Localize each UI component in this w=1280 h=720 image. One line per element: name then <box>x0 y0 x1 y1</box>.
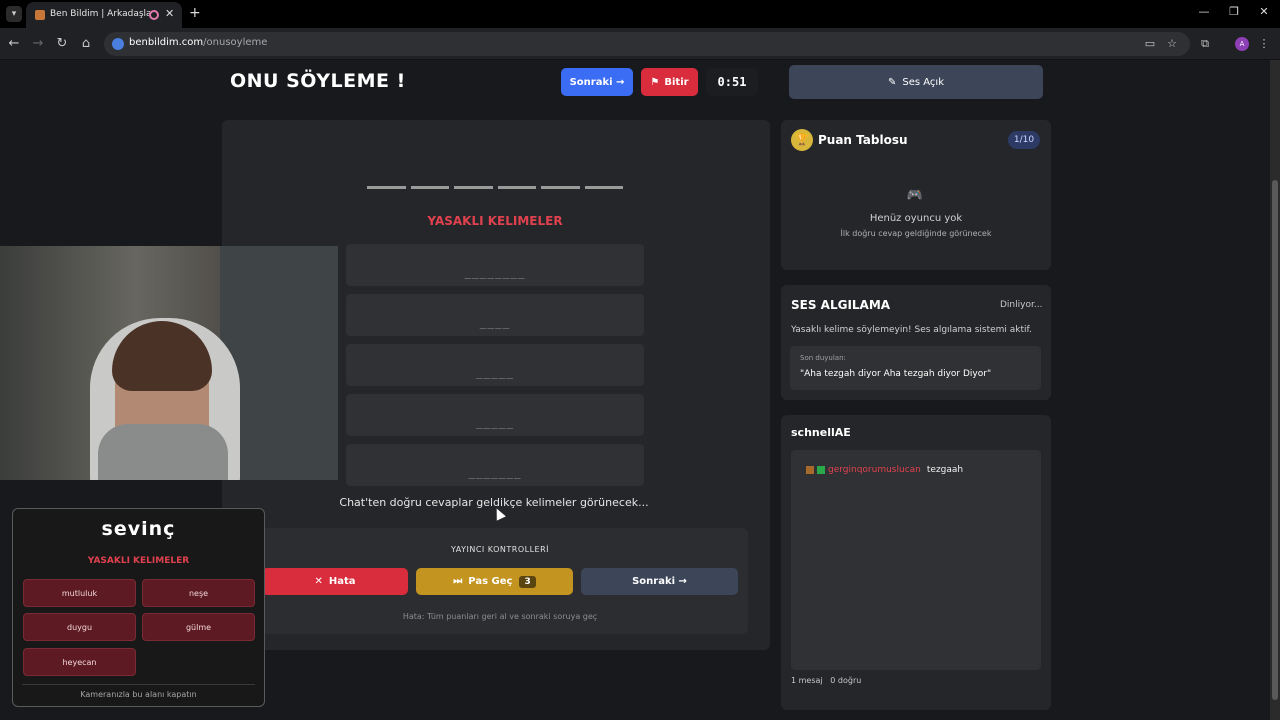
chat-message-user[interactable]: gerginqorumuslucan <box>828 465 921 475</box>
letter-dash <box>454 186 493 189</box>
target-word: sevinç <box>101 518 176 540</box>
card-footer: Kameranızla bu alanı kapatın <box>80 690 197 699</box>
card-forbidden-word: mutluluk <box>23 579 136 607</box>
restore-icon[interactable]: ❐ <box>1224 5 1244 18</box>
webcam-person-shirt <box>98 424 228 480</box>
card-forbidden-title: YASAKLI KELIMELER <box>87 556 190 566</box>
streamer-next-button[interactable]: Sonraki → <box>581 568 738 595</box>
sound-toggle-button[interactable]: ✎ Ses Açık <box>789 65 1043 99</box>
hidden-word-placeholder <box>367 186 623 190</box>
chat-badge-icon <box>806 466 814 474</box>
chat-hint: Chat'ten doğru cevaplar geldikçe kelimel… <box>339 496 649 509</box>
card-forbidden-word: heyecan <box>23 648 136 676</box>
flag-icon: ⚑ <box>650 76 660 88</box>
finish-button[interactable]: ⚑ Bitir <box>641 68 698 96</box>
sound-label: Ses Açık <box>902 76 944 88</box>
forbidden-word-slot: _____ <box>346 344 644 386</box>
scoreboard-title: Puan Tablosu <box>818 133 908 147</box>
error-help-text: Hata: Tüm puanları geri al ve sonraki so… <box>402 612 598 621</box>
letter-dash <box>584 186 623 189</box>
address-bar[interactable]: benbildim.com/onusoyleme <box>104 32 1190 56</box>
url-text: benbildim.com/onusoyleme <box>129 37 267 48</box>
card-forbidden-word: gülme <box>142 613 255 641</box>
pass-count-badge: 3 <box>519 575 536 588</box>
letter-dash <box>541 186 580 189</box>
profile-avatar[interactable]: A <box>1235 37 1249 51</box>
chat-messages[interactable] <box>791 450 1041 670</box>
bookmark-star-icon[interactable]: ☆ <box>1165 37 1179 50</box>
chat-channel-name: schnellAE <box>791 426 851 439</box>
pass-button[interactable]: ⏭ Pas Geç 3 <box>416 568 573 595</box>
next-button[interactable]: Sonraki → <box>561 68 633 96</box>
webcam-feed <box>0 246 338 480</box>
back-icon[interactable]: ← <box>6 36 22 51</box>
forbidden-word-slot: _____ <box>346 394 644 436</box>
tab-title: Ben Bildim | Arkadaşlarınla <box>50 9 150 19</box>
pass-label: Pas Geç <box>468 576 513 587</box>
url-path: /onusoyleme <box>203 37 268 48</box>
url-domain: benbildim.com <box>129 37 204 48</box>
error-button[interactable]: ✕ Hata <box>262 568 408 595</box>
voice-status: Dinliyor... <box>1000 300 1043 310</box>
browser-window: ▾ Ben Bildim | Arkadaşlarınla ✕ + — ❐ ✕ … <box>0 0 1280 720</box>
chat-stats: 1 mesaj 0 doğru <box>791 676 862 685</box>
gamepad-icon: 🎮 <box>906 188 924 203</box>
forbidden-words-title: YASAKLI KELIMELER <box>427 214 563 228</box>
tab-close-icon[interactable]: ✕ <box>165 7 174 20</box>
active-tab[interactable]: Ben Bildim | Arkadaşlarınla ✕ <box>26 2 182 28</box>
no-players-text: Henüz oyuncu yok <box>869 213 963 224</box>
scoreboard-count-badge: 1/10 <box>1008 131 1040 149</box>
tab-search-icon[interactable]: ▾ <box>6 6 22 22</box>
voice-detection-title: SES ALGILAMA <box>791 298 891 312</box>
chat-message: gerginqorumuslucan tezgaah <box>806 465 963 475</box>
scrollbar-thumb[interactable] <box>1272 180 1278 700</box>
no-players-subtext: İlk doğru cevap geldiğinde görünecek <box>840 229 992 238</box>
cast-icon[interactable]: ▭ <box>1143 37 1157 50</box>
minimize-icon[interactable]: — <box>1194 5 1214 18</box>
timer: 0:51 <box>706 68 758 96</box>
tab-bar: ▾ Ben Bildim | Arkadaşlarınla ✕ + — ❐ ✕ <box>0 0 1280 28</box>
last-heard-label: Son duyulan: <box>800 354 846 362</box>
forbidden-word-slot: _______ <box>346 444 644 486</box>
skip-icon: ⏭ <box>453 576 463 587</box>
chat-message-text: tezgaah <box>926 465 964 475</box>
letter-dash <box>497 186 536 189</box>
streamer-controls-label: YAYINCI KONTROLLERİ <box>450 545 550 554</box>
window-close-icon[interactable]: ✕ <box>1254 5 1274 18</box>
browser-toolbar: ← → ↻ ⌂ benbildim.com/onusoyleme ▭ ☆ ⧉ ⋮ <box>0 28 1280 60</box>
home-icon[interactable]: ⌂ <box>78 36 94 51</box>
letter-dash <box>410 186 449 189</box>
error-label: Hata <box>328 576 356 587</box>
favicon-icon <box>35 10 45 20</box>
reload-icon[interactable]: ↻ <box>54 36 70 51</box>
game-title: ONU SÖYLEME ! <box>230 70 406 92</box>
voice-description: Yasaklı kelime söylemeyin! Ses algılama … <box>791 325 1032 335</box>
letter-dash <box>367 186 406 189</box>
mic-icon: ✎ <box>887 76 897 88</box>
trophy-icon: 🏆 <box>791 129 813 151</box>
card-forbidden-word: duygu <box>23 613 136 641</box>
card-divider <box>22 684 255 685</box>
extensions-icon[interactable]: ⧉ <box>1198 37 1212 51</box>
chat-verified-icon <box>817 466 825 474</box>
finish-label: Bitir <box>664 76 689 88</box>
site-info-icon[interactable] <box>112 38 124 50</box>
x-icon: ✕ <box>314 576 323 587</box>
recording-indicator-icon <box>149 10 159 20</box>
menu-icon[interactable]: ⋮ <box>1257 37 1271 50</box>
last-heard-text: "Aha tezgah diyor Aha tezgah diyor Diyor… <box>800 369 992 379</box>
forbidden-word-slot: ________ <box>346 244 644 286</box>
card-forbidden-word: neşe <box>142 579 255 607</box>
forward-icon[interactable]: → <box>30 36 46 51</box>
last-heard-box <box>790 346 1041 390</box>
new-tab-icon[interactable]: + <box>189 5 201 21</box>
forbidden-word-slot: ____ <box>346 294 644 336</box>
